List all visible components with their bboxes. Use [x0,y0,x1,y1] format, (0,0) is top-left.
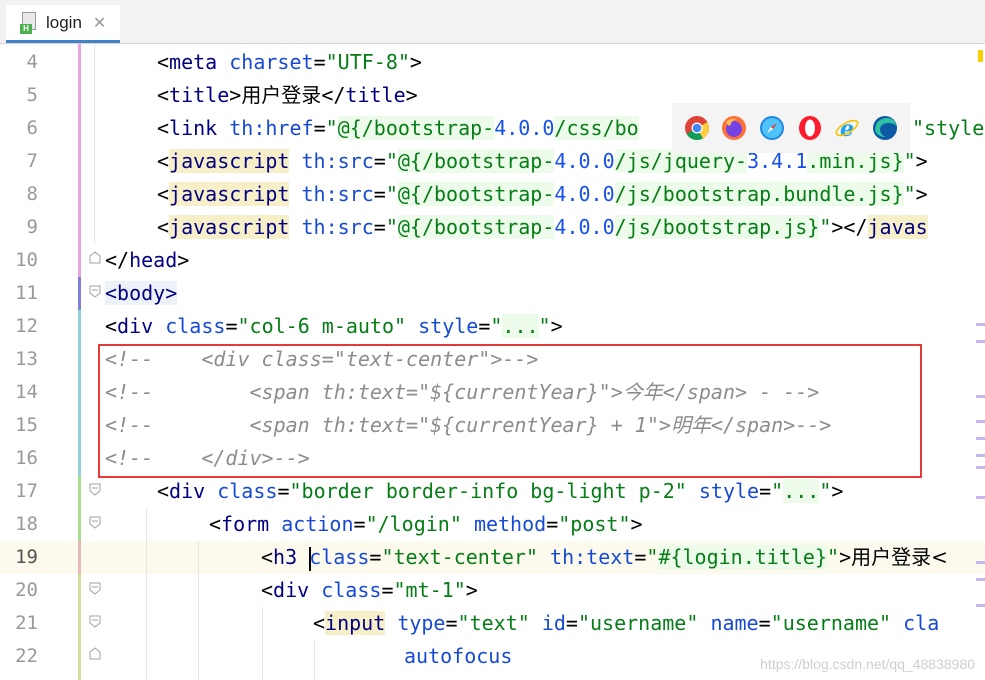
browser-preview-bar: e [672,103,910,153]
line-number: 5 [26,84,38,106]
line-number: 12 [15,315,38,337]
code-line[interactable]: 12 <div class="col-6 m-auto" style="..."… [0,310,985,343]
code-line[interactable]: 21 <input type="text" id="username" name… [0,607,985,640]
code-line-current[interactable]: 19 <h3 class="text-center" th:text="#{lo… [0,541,985,574]
svg-text:e: e [840,116,854,141]
line-number: 20 [15,579,38,601]
code-line[interactable]: 4 <meta charset="UTF-8"> [0,46,985,79]
code-line[interactable]: 20 <div class="mt-1"> [0,574,985,607]
code-line[interactable]: 16 <!-- </div>--> [0,442,985,475]
line-number: 22 [15,645,38,667]
line-number: 11 [15,282,38,304]
code-line[interactable]: 13 <!-- <div class="text-center">--> [0,343,985,376]
line-number: 17 [15,480,38,502]
code-line[interactable]: 15 <!-- <span th:text="${currentYear} + … [0,409,985,442]
code-editor[interactable]: 4 <meta charset="UTF-8"> 5 <title>用户登录</… [0,44,985,680]
line-number: 21 [15,612,38,634]
code-line[interactable]: 9 <javascript th:src="@{/bootstrap-4.0.0… [0,211,985,244]
line-number: 15 [15,414,38,436]
line-number: 9 [26,216,38,238]
line-number: 13 [15,348,38,370]
close-icon[interactable]: ✕ [93,13,106,33]
code-line[interactable]: 10 </head> [0,244,985,277]
line-number: 16 [15,447,38,469]
ie-icon[interactable]: e [834,115,860,141]
edge-icon[interactable] [872,115,898,141]
safari-icon[interactable] [759,115,785,141]
code-line[interactable]: 17 <div class="border border-info bg-lig… [0,475,985,508]
firefox-icon[interactable] [721,115,747,141]
line-number: 7 [26,150,38,172]
tab-login[interactable]: H login ✕ [6,5,120,43]
code-line[interactable]: 18 <form action="/login" method="post"> [0,508,985,541]
line-number: 10 [15,249,38,271]
code-line[interactable]: 8 <javascript th:src="@{/bootstrap-4.0.0… [0,178,985,211]
opera-icon[interactable] [797,115,823,141]
editor-tab-bar: H login ✕ [0,0,985,44]
code-line[interactable]: 14 <!-- <span th:text="${currentYear}">今… [0,376,985,409]
code-line[interactable]: 11 <body> [0,277,985,310]
line-number: 19 [15,546,38,568]
html-file-icon: H [20,11,38,34]
chrome-icon[interactable] [684,115,710,141]
line-number: 14 [15,381,38,403]
line-number: 8 [26,183,38,205]
watermark: https://blog.csdn.net/qq_48838980 [760,656,975,672]
line-number: 18 [15,513,38,535]
line-number: 4 [26,51,38,73]
error-stripe [976,44,985,680]
line-number: 6 [26,117,38,139]
tab-label: login [46,12,82,32]
